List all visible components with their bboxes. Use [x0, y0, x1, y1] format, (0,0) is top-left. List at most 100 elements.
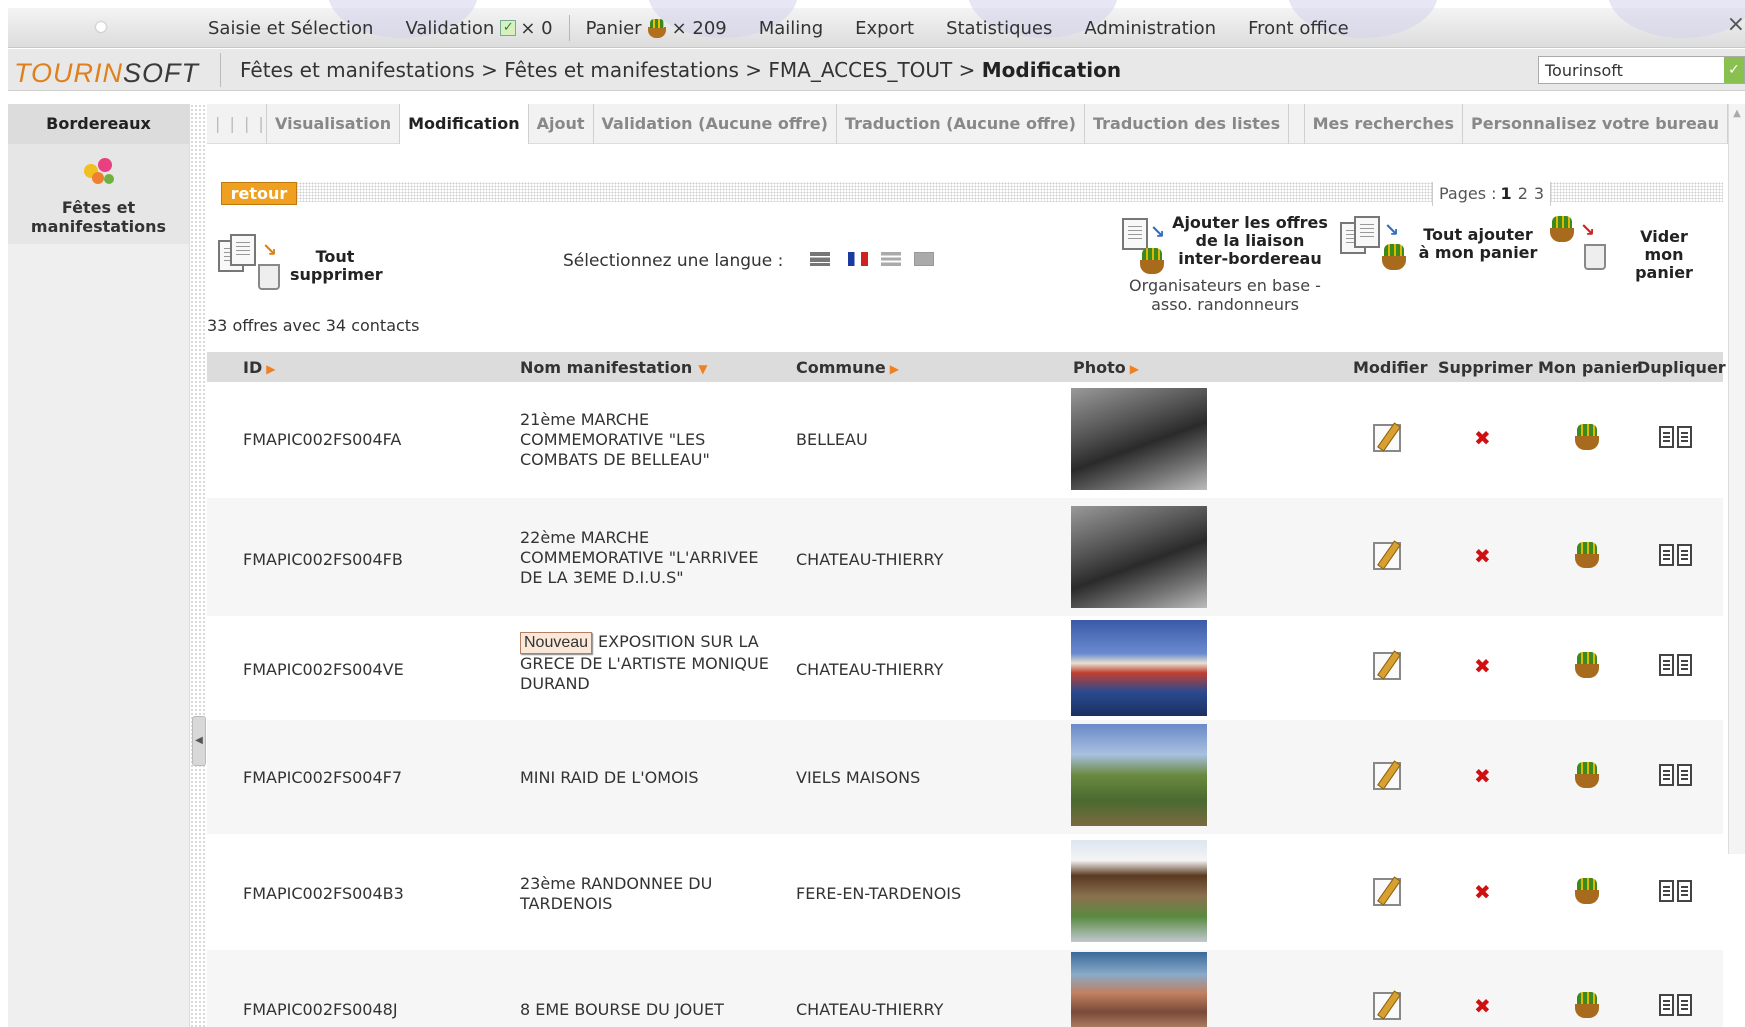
- language-label: Sélectionnez une langue :: [563, 251, 784, 271]
- label-line: mon panier: [1635, 245, 1693, 282]
- duplicate-icon[interactable]: [1659, 426, 1693, 448]
- col-header-commune[interactable]: Commune ▶: [796, 358, 899, 377]
- cell-commune: FERE-EN-TARDENOIS: [796, 884, 962, 903]
- menu-saisie[interactable]: Saisie et Sélection: [208, 18, 373, 39]
- flag-uk-icon[interactable]: [914, 252, 934, 266]
- photo-thumbnail[interactable]: [1071, 952, 1207, 1027]
- duplicate-icon[interactable]: [1659, 880, 1693, 902]
- cell-id: FMAPIC002FS004F7: [243, 768, 403, 787]
- page-link-current[interactable]: 1: [1501, 184, 1512, 203]
- breadcrumb-item[interactable]: Fêtes et manifestations: [240, 58, 475, 82]
- breadcrumb: Fêtes et manifestations > Fêtes et manif…: [240, 58, 1121, 82]
- table-row: FMAPIC002FS004VE Nouveau EXPOSITION SUR L…: [207, 616, 1723, 720]
- menu-mailing[interactable]: Mailing: [759, 18, 823, 39]
- col-header-id[interactable]: ID ▶: [243, 358, 275, 377]
- document-icon: [230, 234, 256, 266]
- edit-icon[interactable]: [1373, 878, 1401, 906]
- page-link[interactable]: 3: [1534, 184, 1544, 203]
- tab-modification[interactable]: Modification: [400, 103, 529, 144]
- tab-traduction-listes[interactable]: Traduction des listes: [1085, 103, 1290, 144]
- retour-button[interactable]: retour: [221, 182, 297, 205]
- tab-personnalisez[interactable]: Personnalisez votre bureau: [1463, 103, 1728, 144]
- edit-icon[interactable]: [1373, 652, 1401, 680]
- sort-right-icon[interactable]: ▶: [890, 362, 899, 376]
- duplicate-icon[interactable]: [1659, 654, 1693, 676]
- col-header-nom[interactable]: Nom manifestation ▼: [520, 358, 708, 377]
- tab-ajout[interactable]: Ajout: [529, 103, 594, 144]
- edit-icon[interactable]: [1373, 424, 1401, 452]
- delete-icon[interactable]: ✖: [1474, 880, 1491, 904]
- site-select[interactable]: Tourinsoft ✓: [1538, 56, 1745, 84]
- tab-visualisation[interactable]: Visualisation: [267, 103, 401, 144]
- label-line: à mon panier: [1418, 243, 1538, 262]
- col-header-label: ID: [243, 358, 263, 377]
- duplicate-icon[interactable]: [1659, 764, 1693, 786]
- edit-icon[interactable]: [1373, 762, 1401, 790]
- basket-icon[interactable]: [1573, 542, 1601, 568]
- collapse-sidebar-icon[interactable]: ◀: [192, 716, 206, 766]
- photo-thumbnail[interactable]: [1071, 506, 1207, 608]
- flag-de-icon[interactable]: [881, 252, 901, 266]
- col-header-panier: Mon panier: [1538, 358, 1640, 377]
- basket-icon: [646, 18, 668, 38]
- menu-panier[interactable]: Panier × 209: [586, 18, 727, 39]
- tout-ajouter-label: Tout ajouter à mon panier: [1418, 226, 1538, 262]
- page-link[interactable]: 2: [1518, 184, 1528, 203]
- cell-commune: CHATEAU-THIERRY: [796, 1000, 944, 1019]
- basket-icon[interactable]: [1573, 878, 1601, 904]
- sidebar-item-fetes[interactable]: Fêtes et manifestations: [8, 144, 189, 244]
- sort-right-icon[interactable]: ▶: [266, 362, 275, 376]
- header-bar: TOURINSOFT Fêtes et manifestations > Fêt…: [8, 49, 1745, 91]
- logo: TOURINSOFT: [14, 58, 199, 89]
- arrow-down-icon: ↘: [1580, 220, 1596, 241]
- tab-spacer: [1289, 103, 1305, 144]
- delete-icon[interactable]: ✖: [1474, 764, 1491, 788]
- edit-icon[interactable]: [1373, 542, 1401, 570]
- delete-icon[interactable]: ✖: [1474, 426, 1491, 450]
- photo-thumbnail[interactable]: [1071, 840, 1207, 942]
- flag-default-icon[interactable]: [810, 252, 830, 266]
- menu-front-office[interactable]: Front office: [1248, 18, 1349, 39]
- col-header-photo[interactable]: Photo ▶: [1073, 358, 1139, 377]
- decor-bubble: [1608, 0, 1745, 38]
- trash-icon: [1584, 244, 1606, 270]
- menu-export[interactable]: Export: [855, 18, 914, 39]
- tab-traduction[interactable]: Traduction (Aucune offre): [837, 103, 1085, 144]
- photo-thumbnail[interactable]: [1071, 724, 1207, 826]
- duplicate-icon[interactable]: [1659, 994, 1693, 1016]
- cell-nom: 8 EME BOURSE DU JOUET: [520, 1000, 724, 1019]
- note-line: Organisateurs en base -: [1129, 276, 1321, 295]
- dropdown-check-icon[interactable]: ✓: [1724, 57, 1744, 83]
- scroll-up-icon[interactable]: ▲: [1729, 108, 1745, 119]
- cell-nom: 22ème MARCHE COMMEMORATIVE "L'ARRIVEE DE…: [520, 528, 759, 587]
- tab-grip-icon: | | | |: [207, 103, 267, 144]
- duplicate-icon[interactable]: [1659, 544, 1693, 566]
- table-row: FMAPIC002FS004FB 22ème MARCHE COMMEMORAT…: [207, 498, 1723, 616]
- sort-down-icon[interactable]: ▼: [698, 362, 707, 376]
- table-row: FMAPIC002FS004F7 MINI RAID DE L'OMOIS VI…: [207, 720, 1723, 834]
- delete-icon[interactable]: ✖: [1474, 544, 1491, 568]
- menu-administration[interactable]: Administration: [1084, 18, 1216, 39]
- note-line: asso. randonneurs: [1151, 295, 1299, 314]
- col-header-label: Nom manifestation: [520, 358, 693, 377]
- flag-fr-icon[interactable]: [848, 252, 868, 266]
- basket-icon[interactable]: [1573, 762, 1601, 788]
- menu-statistiques[interactable]: Statistiques: [946, 18, 1052, 39]
- photo-thumbnail[interactable]: [1071, 388, 1207, 490]
- breadcrumb-item[interactable]: FMA_ACCES_TOUT: [768, 58, 952, 82]
- photo-thumbnail[interactable]: [1071, 620, 1207, 716]
- basket-icon[interactable]: [1573, 652, 1601, 678]
- tab-mes-recherches[interactable]: Mes recherches: [1305, 103, 1464, 144]
- edit-icon[interactable]: [1373, 992, 1401, 1020]
- close-icon[interactable]: ×: [1727, 12, 1745, 37]
- delete-icon[interactable]: ✖: [1474, 994, 1491, 1018]
- breadcrumb-item[interactable]: Fêtes et manifestations: [504, 58, 739, 82]
- col-header-dupliquer: Dupliquer: [1637, 358, 1726, 377]
- sort-right-icon[interactable]: ▶: [1130, 362, 1139, 376]
- menu-validation[interactable]: Validation ✓ × 0: [405, 18, 552, 39]
- tab-validation[interactable]: Validation (Aucune offre): [594, 103, 837, 144]
- delete-icon[interactable]: ✖: [1474, 654, 1491, 678]
- basket-icon[interactable]: [1573, 424, 1601, 450]
- basket-icon[interactable]: [1573, 992, 1601, 1018]
- vertical-scrollbar[interactable]: ▲: [1728, 104, 1745, 854]
